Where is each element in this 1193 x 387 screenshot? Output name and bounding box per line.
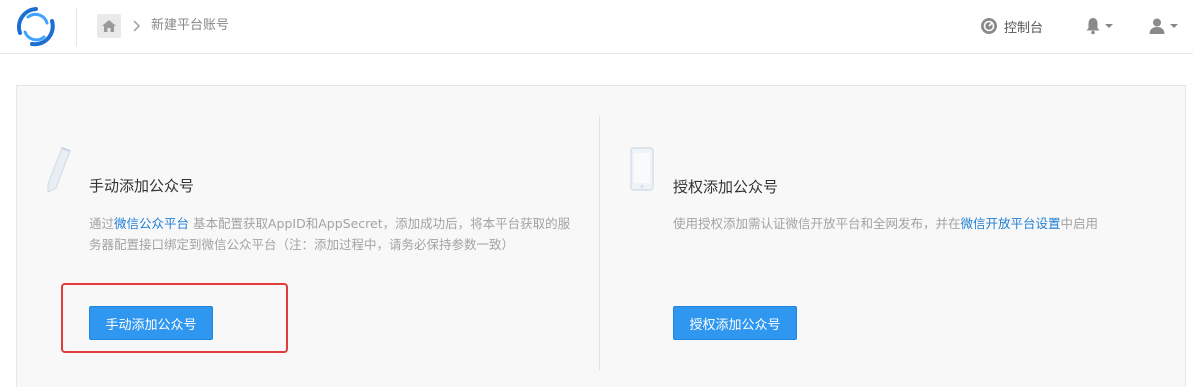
manual-desc-prefix: 通过 <box>89 216 115 231</box>
manual-card-desc: 通过微信公众平台 基本配置获取AppID和AppSecret，添加成功后，将本平… <box>89 213 579 255</box>
chevron-down-icon <box>1105 24 1113 28</box>
chevron-down-icon <box>1170 24 1178 28</box>
manual-card-title: 手动添加公众号 <box>89 177 195 195</box>
console-label: 控制台 <box>1004 20 1044 36</box>
top-header: 新建平台账号 控制台 <box>0 0 1193 54</box>
home-button[interactable] <box>97 14 121 38</box>
authorize-card-title: 授权添加公众号 <box>673 178 779 196</box>
authorize-desc-suffix: 中启用 <box>1060 216 1099 231</box>
authorize-desc-prefix: 使用授权添加需认证微信开放平台和全网发布，并在 <box>673 216 961 231</box>
wechat-mp-link[interactable]: 微信公众平台 <box>114 216 189 231</box>
bell-icon <box>1086 18 1100 35</box>
app-logo-icon[interactable] <box>14 5 58 49</box>
user-icon <box>1149 18 1165 34</box>
phone-icon <box>629 146 655 192</box>
user-dropdown[interactable] <box>1148 14 1178 38</box>
home-icon <box>102 20 116 32</box>
header-divider <box>76 8 77 46</box>
console-link[interactable]: 控制台 <box>980 14 1043 38</box>
notification-dropdown[interactable] <box>1085 14 1113 38</box>
highlight-box <box>61 283 288 353</box>
console-icon <box>981 18 997 34</box>
breadcrumb-chevron-icon <box>132 15 144 37</box>
wechat-open-platform-link[interactable]: 微信开放平台设置 <box>961 216 1061 231</box>
breadcrumb-current: 新建平台账号 <box>151 18 230 33</box>
authorize-add-button[interactable]: 授权添加公众号 <box>673 306 797 340</box>
panel-divider <box>599 116 600 370</box>
authorize-card-desc: 使用授权添加需认证微信开放平台和全网发布，并在微信开放平台设置中启用 <box>673 213 1173 234</box>
pen-icon <box>44 144 74 196</box>
